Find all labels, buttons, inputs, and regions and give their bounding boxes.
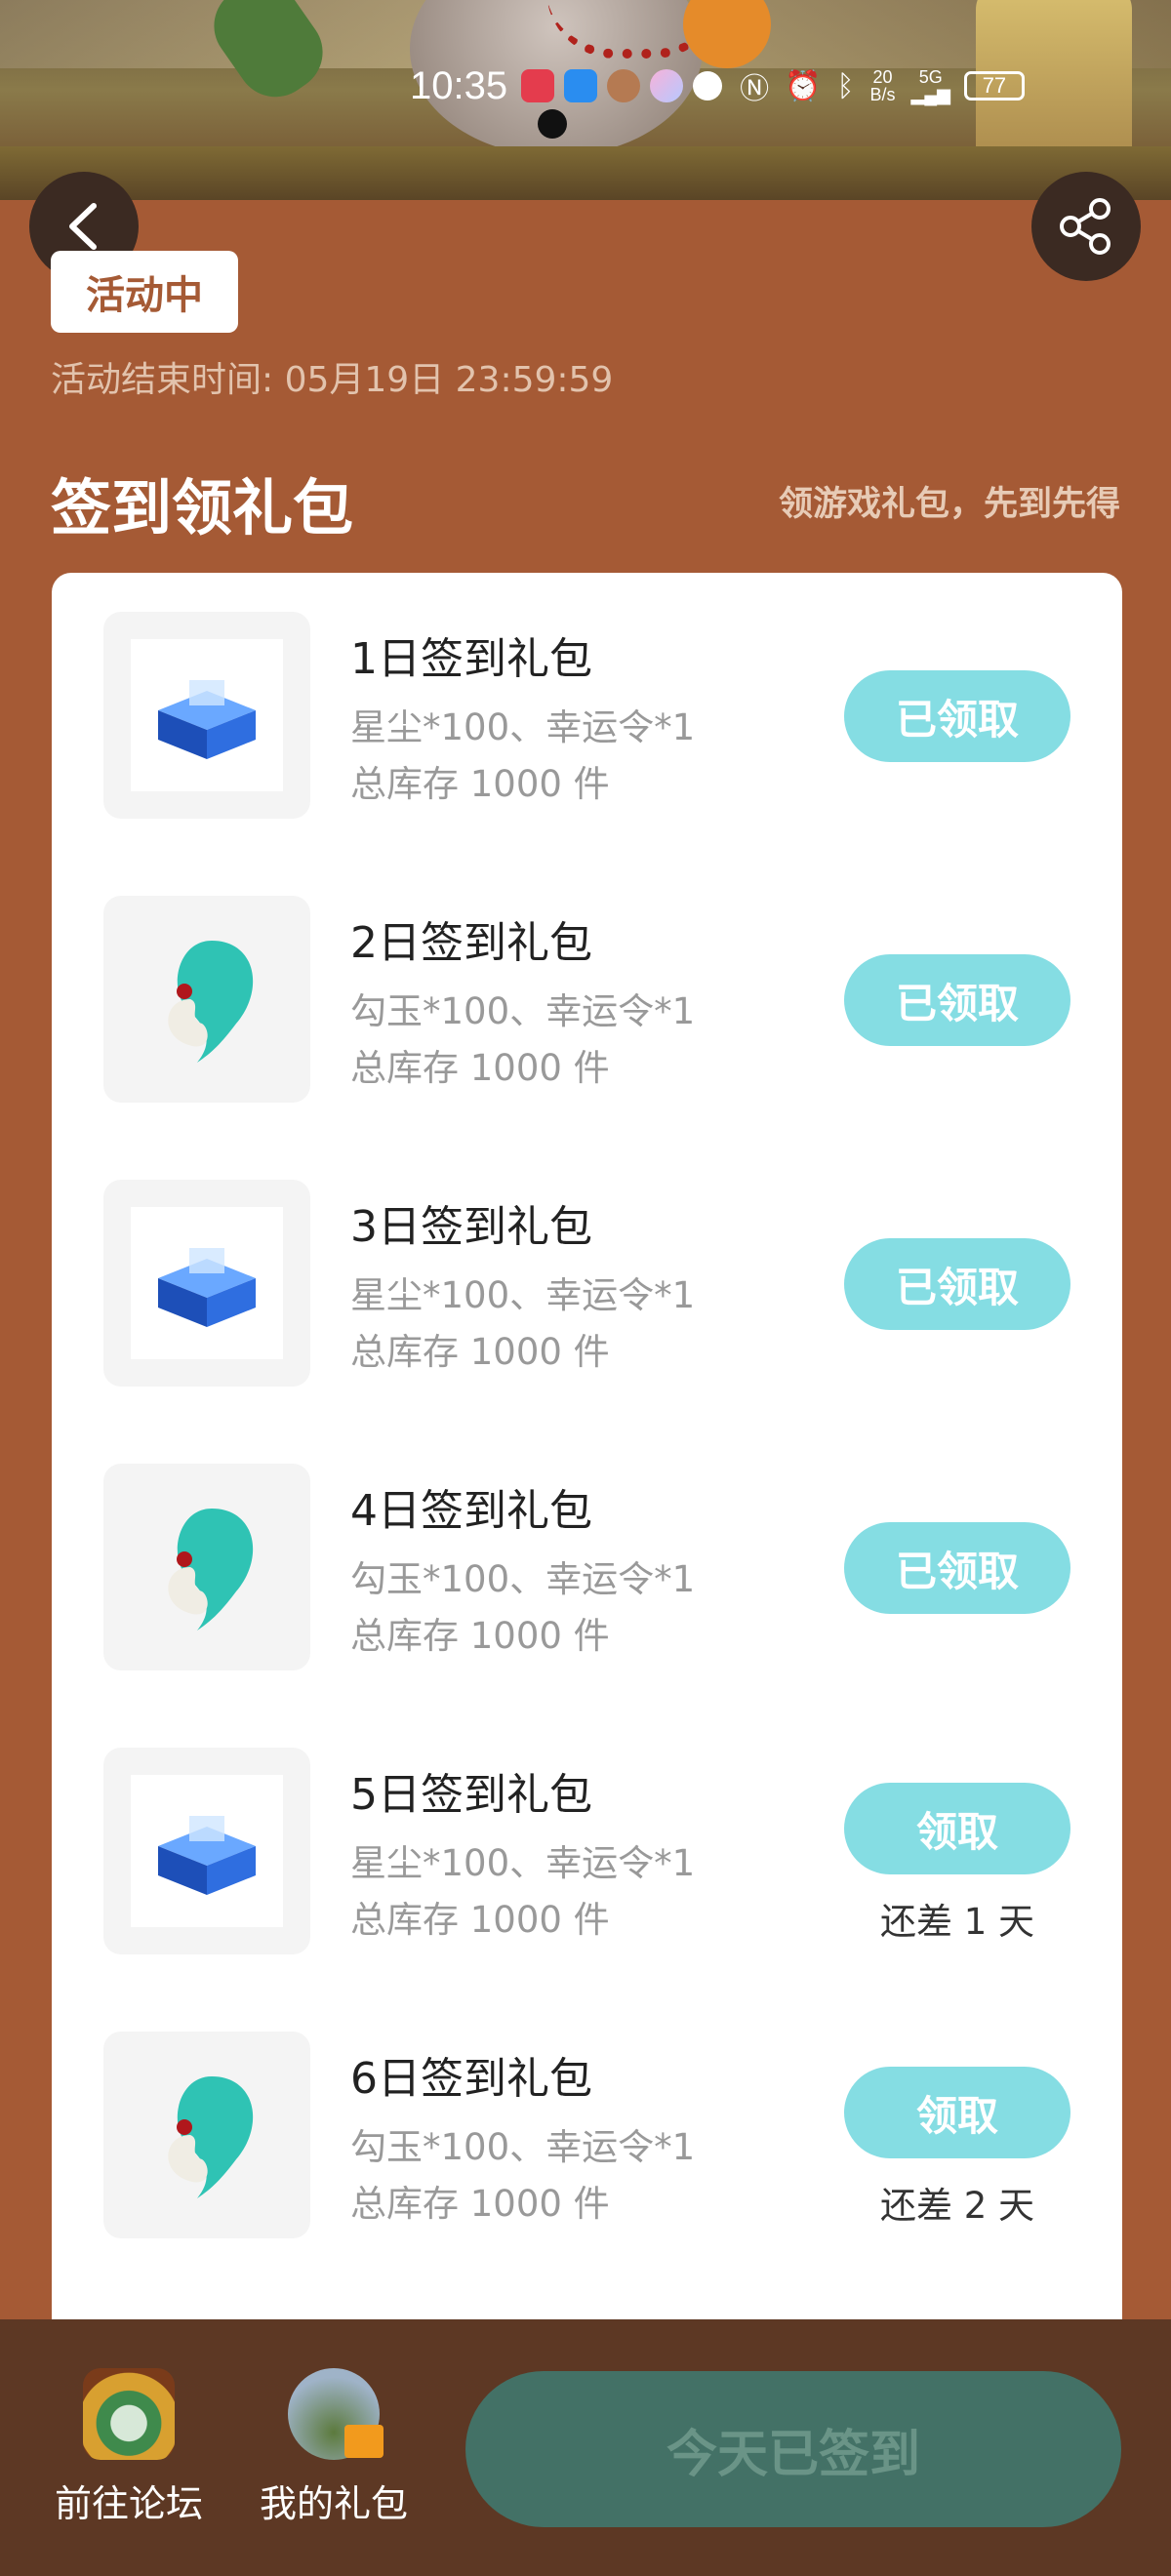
gift-name: 2日签到礼包: [350, 918, 592, 968]
network-speed-value: 20: [872, 67, 893, 87]
star-dust-chest-icon: [158, 1816, 256, 1895]
days-remaining: 还差 2 天: [879, 2185, 1035, 2227]
network-speed-unit: B/s: [869, 85, 896, 104]
gift-stock: 总库存 1000 件: [350, 1615, 610, 1657]
notification-app-icon: [607, 69, 641, 102]
jade-magatama-icon: [168, 941, 254, 1063]
battery-icon: 77: [963, 71, 1025, 101]
signed-today-button[interactable]: 今天已签到: [465, 2371, 1121, 2527]
front-camera: [538, 109, 567, 139]
activity-status-badge: 活动中: [51, 251, 238, 333]
gift-item: 6日签到礼包 勾玉*100、幸运令*1 总库存 1000 件 领取 还差 2 天: [52, 2032, 1122, 2238]
chevron-left-icon: [69, 203, 97, 250]
claim-button[interactable]: 领取: [844, 1783, 1070, 1874]
jade-magatama-icon: [168, 1509, 254, 1630]
gift-name: 4日签到礼包: [350, 1486, 592, 1536]
gift-item: 2日签到礼包 勾玉*100、幸运令*1 总库存 1000 件 已领取: [52, 896, 1122, 1103]
gift-stock: 总库存 1000 件: [350, 1047, 610, 1089]
claim-button[interactable]: 领取: [844, 2067, 1070, 2158]
gift-name: 6日签到礼包: [350, 2054, 592, 2104]
gift-description: 星尘*100、幸运令*1: [350, 706, 696, 748]
gift-stock: 总库存 1000 件: [350, 1899, 610, 1941]
claimed-button[interactable]: 已领取: [844, 954, 1070, 1046]
gift-name: 3日签到礼包: [350, 1202, 592, 1252]
gift-thumbnail: [103, 1748, 310, 1954]
gift-description: 星尘*100、幸运令*1: [350, 1274, 696, 1316]
days-remaining: 还差 1 天: [879, 1901, 1035, 1943]
gift-thumbnail: [103, 896, 310, 1103]
gift-stock: 总库存 1000 件: [350, 1331, 610, 1373]
gift-item: 3日签到礼包 星尘*100、幸运令*1 总库存 1000 件 已领取: [52, 1180, 1122, 1387]
nfc-icon: Ⓝ: [740, 72, 770, 106]
gift-stock: 总库存 1000 件: [350, 2183, 610, 2225]
gift-name: 1日签到礼包: [350, 634, 592, 684]
gift-list-card: 1日签到礼包 星尘*100、幸运令*1 总库存 1000 件 已领取 2日签到礼…: [52, 573, 1122, 2358]
gift-thumbnail: [103, 1464, 310, 1670]
claimed-button[interactable]: 已领取: [844, 1238, 1070, 1330]
gift-description: 勾玉*100、幸运令*1: [350, 1558, 696, 1600]
status-time: 10:35: [410, 63, 508, 107]
gift-thumbnail: [103, 612, 310, 819]
claimed-button[interactable]: 已领取: [844, 1522, 1070, 1614]
forum-tab-label: 前往论坛: [54, 2482, 203, 2525]
star-dust-chest-icon: [158, 1248, 256, 1327]
gift-description: 星尘*100、幸运令*1: [350, 1842, 696, 1884]
gift-thumbnail: [103, 1180, 310, 1387]
gift-description: 勾玉*100、幸运令*1: [350, 990, 696, 1032]
jade-magatama-icon: [168, 2076, 254, 2198]
forum-game-icon: [83, 2368, 175, 2460]
my-gifts-tab[interactable]: 我的礼包: [236, 2368, 431, 2527]
bluetooth-icon: ᛒ: [836, 68, 855, 103]
notification-app-icon: [521, 69, 555, 102]
signal-icon: 5G ▂▄▆: [910, 67, 950, 104]
my-gifts-icon: [288, 2368, 384, 2460]
share-button[interactable]: [1031, 172, 1141, 281]
network-speed: 20 B/s: [869, 68, 895, 103]
gift-name: 5日签到礼包: [350, 1770, 592, 1820]
bottom-bar: 前往论坛 我的礼包 今天已签到: [0, 2319, 1171, 2576]
forum-tab[interactable]: 前往论坛: [31, 2368, 226, 2527]
section-title: 签到领礼包: [51, 472, 354, 543]
star-dust-chest-icon: [158, 680, 256, 759]
gift-item: 1日签到礼包 星尘*100、幸运令*1 总库存 1000 件 已领取: [52, 612, 1122, 819]
notification-app-icon: [650, 69, 684, 102]
activity-end-time: 活动结束时间: 05月19日 23:59:59: [51, 360, 614, 400]
gift-box-icon: [344, 2425, 384, 2458]
gift-item: 4日签到礼包 勾玉*100、幸运令*1 总库存 1000 件 已领取: [52, 1464, 1122, 1670]
signal-type: 5G: [918, 67, 943, 87]
gift-item: 5日签到礼包 星尘*100、幸运令*1 总库存 1000 件 领取 还差 1 天: [52, 1748, 1122, 1954]
section-subtitle: 领游戏礼包，先到先得: [778, 485, 1120, 524]
claimed-button[interactable]: 已领取: [844, 670, 1070, 762]
share-icon: [1060, 198, 1110, 255]
gift-stock: 总库存 1000 件: [350, 763, 610, 805]
gift-thumbnail: [103, 2032, 310, 2238]
alarm-icon: ⏰: [785, 68, 822, 103]
status-bar: 10:35 Ⓝ ⏰ ᛒ 20 B/s 5G ▂▄▆ 77: [410, 60, 1151, 111]
notification-app-icon: [564, 69, 598, 102]
my-gifts-tab-label: 我的礼包: [259, 2482, 408, 2525]
gift-description: 勾玉*100、幸运令*1: [350, 2126, 696, 2168]
notification-app-icon: [693, 71, 723, 101]
banner-grass: [0, 146, 1171, 200]
